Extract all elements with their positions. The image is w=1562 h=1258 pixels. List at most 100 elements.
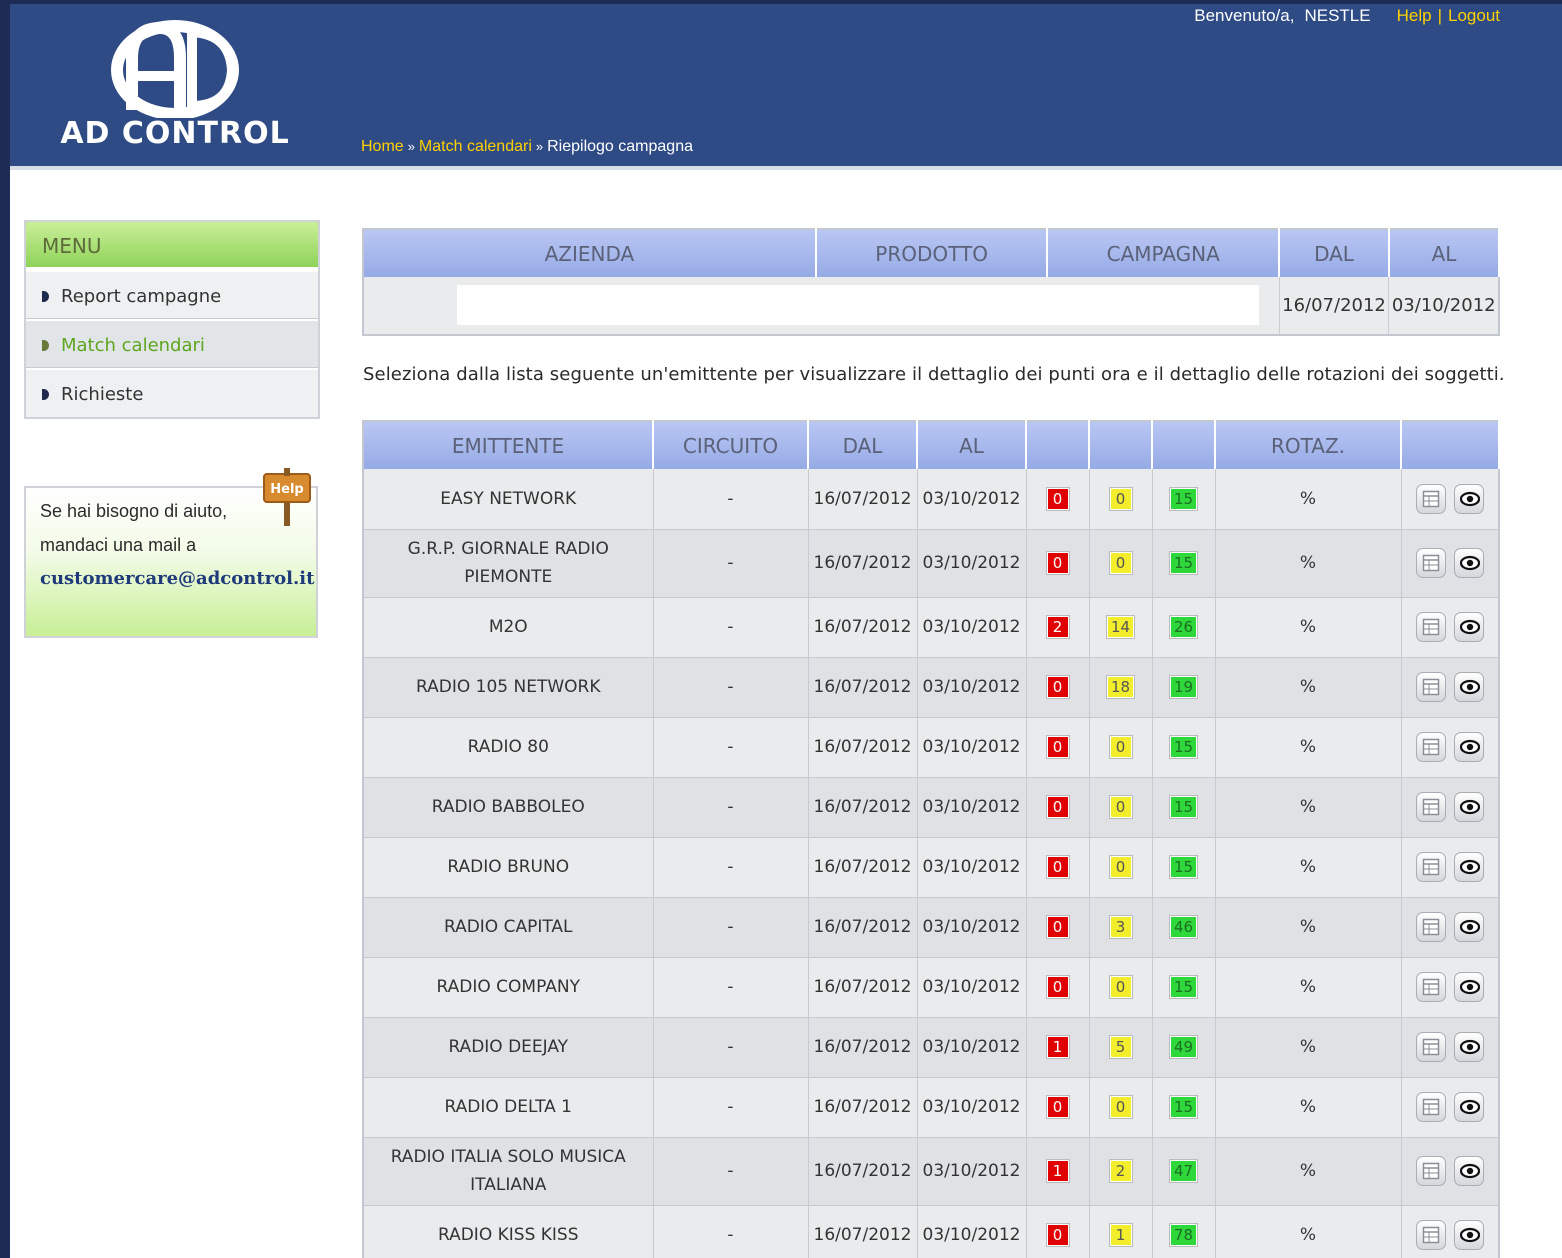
cell-emittente[interactable]: RADIO ITALIA SOLO MUSICA ITALIANA	[363, 1137, 654, 1206]
calendar-table-icon[interactable]	[1415, 672, 1446, 702]
calendar-table-icon[interactable]	[1415, 1156, 1446, 1186]
cell-emittente[interactable]: EASY NETWORK	[363, 469, 654, 530]
eye-icon[interactable]	[1453, 972, 1484, 1002]
calendar-table-icon[interactable]	[1415, 852, 1446, 882]
eye-icon[interactable]	[1453, 483, 1484, 514]
cell-al: 03/10/2012	[917, 1017, 1027, 1078]
eye-icon[interactable]	[1453, 1219, 1484, 1250]
eye-icon[interactable]	[1453, 672, 1484, 702]
cell-yellow: 3	[1089, 897, 1153, 958]
cell-dal: 16/07/2012	[808, 957, 918, 1018]
instruction-text: Seleziona dalla lista seguente un'emitte…	[363, 364, 1505, 385]
cell-rotaz: %	[1215, 1017, 1402, 1078]
cell-red: 0	[1026, 469, 1090, 530]
cell-circuito: -	[653, 1137, 809, 1206]
table-row[interactable]: G.R.P. GIORNALE RADIO PIEMONTE -16/07/201…	[363, 529, 1500, 598]
col-campagna: CAMPAGNA	[1047, 229, 1281, 277]
cell-emittente[interactable]: RADIO CAPITAL	[363, 897, 654, 958]
topbar-separator: |	[1437, 6, 1442, 25]
table-row[interactable]: RADIO DEEJAY -16/07/2012 03/10/2012 1 5 49%	[363, 1017, 1500, 1078]
green-count-badge: 15	[1168, 551, 1199, 575]
calendar-table-icon[interactable]	[1415, 792, 1446, 822]
green-count-badge: 26	[1168, 615, 1199, 639]
cell-dal: 16/07/2012	[808, 1017, 918, 1078]
menu-title: MENU	[26, 222, 318, 270]
red-count-badge: 0	[1045, 735, 1070, 759]
cell-al: 03/10/2012	[917, 1205, 1027, 1258]
table-row[interactable]: RADIO BRUNO -16/07/2012 03/10/2012 0 0 15%	[363, 837, 1500, 898]
cell-emittente[interactable]: M2O	[363, 597, 654, 658]
calendar-table-icon[interactable]	[1415, 612, 1446, 642]
eye-icon[interactable]	[1453, 1092, 1484, 1122]
cell-actions	[1401, 777, 1500, 838]
table-row[interactable]: RADIO 105 NETWORK -16/07/2012 03/10/2012 0 1…	[363, 657, 1500, 718]
logo-icon	[111, 20, 239, 120]
redacted-bar	[457, 285, 1259, 325]
cell-emittente[interactable]: RADIO KISS KISS	[363, 1205, 654, 1258]
table-row[interactable]: RADIO ITALIA SOLO MUSICA ITALIANA -16/07/…	[363, 1137, 1500, 1206]
bullet-icon	[42, 389, 49, 400]
cell-green: 49	[1152, 1017, 1216, 1078]
cell-emittente[interactable]: RADIO 80	[363, 717, 654, 778]
eye-icon[interactable]	[1453, 1156, 1484, 1186]
table-row[interactable]: RADIO BABBOLEO -16/07/2012 03/10/2012 0 0 15%	[363, 777, 1500, 838]
sidebar-item-report-campagne[interactable]: Report campagne	[26, 270, 318, 319]
table-row[interactable]: RADIO CAPITAL -16/07/2012 03/10/2012 0 3 46%	[363, 897, 1500, 958]
calendar-table-icon[interactable]	[1415, 972, 1446, 1002]
breadcrumb-home[interactable]: Home	[361, 138, 404, 155]
help-email-link[interactable]: customercare@adcontrol.it	[40, 562, 314, 596]
cell-emittente[interactable]: RADIO 105 NETWORK	[363, 657, 654, 718]
cell-al: 03/10/2012	[917, 897, 1027, 958]
cell-emittente[interactable]: RADIO BRUNO	[363, 837, 654, 898]
calendar-table-icon[interactable]	[1415, 912, 1446, 942]
sidebar-item-match-calendari[interactable]: Match calendari	[26, 319, 318, 368]
page: AD CONTROL Benvenuto/a, NESTLE Help | Logout…	[10, 4, 1562, 1258]
calendar-table-icon[interactable]	[1415, 548, 1446, 578]
red-count-badge: 0	[1045, 1095, 1070, 1119]
cell-emittente[interactable]: RADIO DEEJAY	[363, 1017, 654, 1078]
cell-red: 0	[1026, 717, 1090, 778]
calendar-table-icon[interactable]	[1415, 1219, 1446, 1250]
user-name: NESTLE	[1304, 6, 1371, 25]
eye-icon[interactable]	[1453, 852, 1484, 882]
cell-red: 0	[1026, 837, 1090, 898]
red-count-badge: 0	[1045, 486, 1070, 511]
calendar-table-icon[interactable]	[1415, 1032, 1446, 1062]
cell-rotaz: %	[1215, 777, 1402, 838]
eye-icon[interactable]	[1453, 732, 1484, 762]
col-circuito: CIRCUITO	[653, 421, 809, 469]
logout-link[interactable]: Logout	[1448, 6, 1500, 25]
table-row[interactable]: RADIO KISS KISS -16/07/2012 03/10/2012 0 1 78…	[363, 1205, 1500, 1258]
table-row[interactable]: EASY NETWORK -16/07/2012 03/10/2012 0 0 15%	[363, 469, 1500, 530]
cell-al: 03/10/2012	[917, 1137, 1027, 1206]
table-row[interactable]: RADIO COMPANY -16/07/2012 03/10/2012 0 0 15%	[363, 957, 1500, 1018]
cell-yellow: 2	[1089, 1137, 1153, 1206]
cell-al: 03/10/2012	[917, 777, 1027, 838]
col-dal: DAL	[1279, 229, 1390, 277]
breadcrumb-match-calendari[interactable]: Match calendari	[419, 138, 532, 155]
cell-emittente[interactable]: RADIO COMPANY	[363, 957, 654, 1018]
eye-icon[interactable]	[1453, 612, 1484, 642]
logo-text: AD CONTROL	[60, 116, 290, 151]
cell-emittente[interactable]: RADIO DELTA 1	[363, 1077, 654, 1138]
cell-red: 0	[1026, 777, 1090, 838]
yellow-count-badge: 0	[1108, 1095, 1133, 1119]
table-row[interactable]: M2O -16/07/2012 03/10/2012 2 14 26%	[363, 597, 1500, 658]
eye-icon[interactable]	[1453, 548, 1484, 578]
logo[interactable]: AD CONTROL	[60, 18, 290, 158]
cell-actions	[1401, 657, 1500, 718]
table-row[interactable]: RADIO DELTA 1-16/07/2012 03/10/2012 0 0 15%	[363, 1077, 1500, 1138]
eye-icon[interactable]	[1453, 792, 1484, 822]
calendar-table-icon[interactable]	[1415, 483, 1446, 514]
eye-icon[interactable]	[1453, 912, 1484, 942]
cell-al: 03/10/2012	[917, 657, 1027, 718]
help-link[interactable]: Help	[1397, 6, 1432, 25]
cell-emittente[interactable]: RADIO BABBOLEO	[363, 777, 654, 838]
table-row[interactable]: RADIO 80-16/07/2012 03/10/2012 0 0 15%	[363, 717, 1500, 778]
sidebar-item-richieste[interactable]: Richieste	[26, 368, 318, 417]
cell-emittente[interactable]: G.R.P. GIORNALE RADIO PIEMONTE	[363, 529, 654, 598]
cell-green: 15	[1152, 1077, 1216, 1138]
calendar-table-icon[interactable]	[1415, 1092, 1446, 1122]
eye-icon[interactable]	[1453, 1032, 1484, 1062]
calendar-table-icon[interactable]	[1415, 732, 1446, 762]
